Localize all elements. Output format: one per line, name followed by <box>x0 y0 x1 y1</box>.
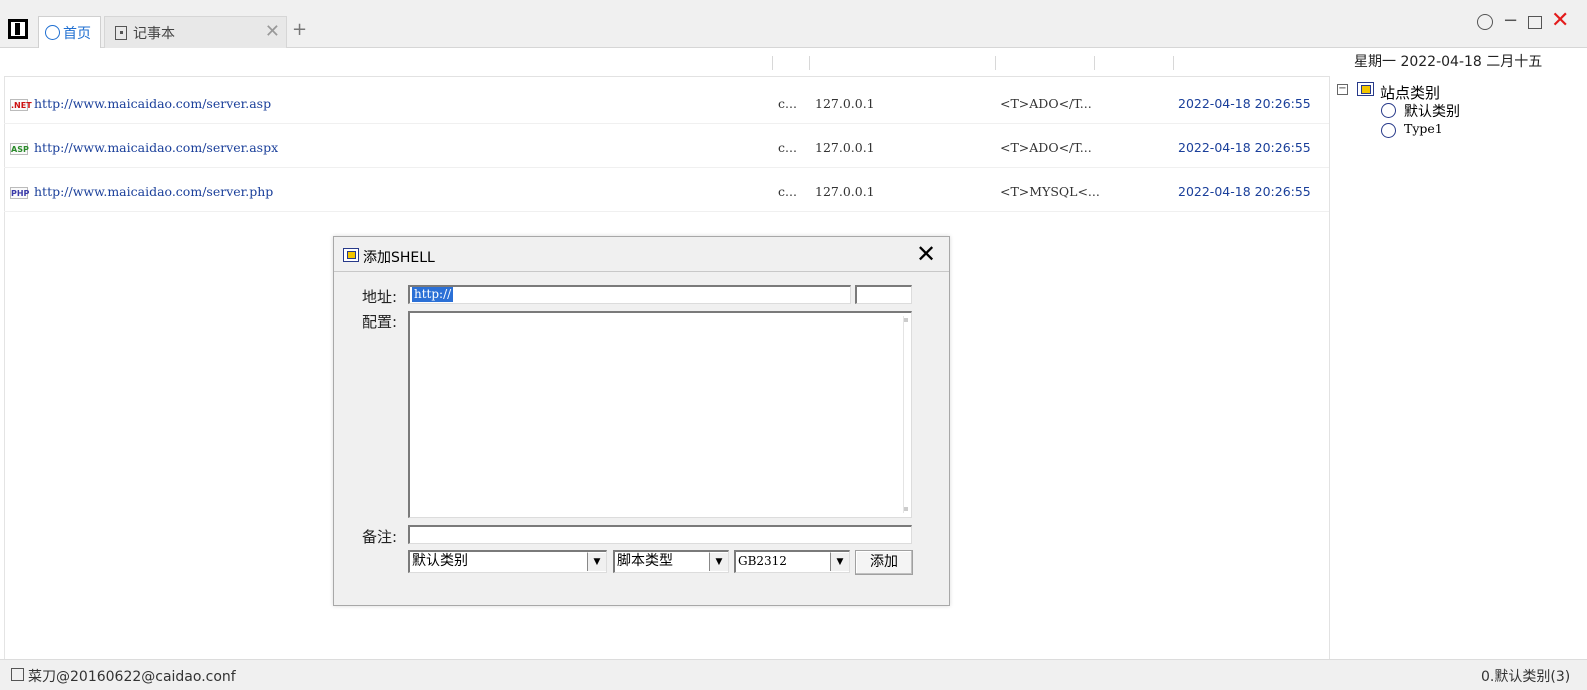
site-url: http://www.maicaidao.com/server.php <box>34 184 274 199</box>
site-url: http://www.maicaidao.com/server.asp <box>34 96 272 111</box>
column-separator[interactable] <box>995 56 996 70</box>
tab-close-icon[interactable]: ✕ <box>265 22 280 42</box>
tab-home[interactable]: 首页 <box>38 16 101 48</box>
site-ip: 127.0.0.1 <box>815 184 875 199</box>
column-separator[interactable] <box>809 56 810 70</box>
memo-input[interactable] <box>408 525 912 544</box>
tree-item-type1[interactable]: Type1 <box>1404 121 1443 136</box>
site-note: c... <box>778 184 797 199</box>
circle-menu-icon[interactable] <box>1477 14 1493 30</box>
circle-icon <box>1381 103 1396 118</box>
close-window-icon[interactable]: ✕ <box>1551 10 1569 32</box>
category-tree-panel <box>1329 77 1587 659</box>
address-label: 地址: <box>362 288 398 306</box>
table-row[interactable]: ASP http://www.maicaidao.com/server.aspx… <box>4 124 1330 168</box>
dotnet-file-icon: .NET <box>10 99 32 111</box>
address-value: http:// <box>412 287 454 302</box>
title-bar: 首页 记事本 ✕ + − ✕ <box>0 0 1587 48</box>
script-type-select[interactable]: 脚本类型 ▼ <box>613 550 729 573</box>
circle-icon <box>1381 123 1396 138</box>
site-db-type: <T>ADO</T... <box>1000 96 1092 111</box>
circle-icon <box>45 25 60 40</box>
column-separator[interactable] <box>772 56 773 70</box>
site-db-type: <T>MYSQL<... <box>1000 184 1100 199</box>
address-input[interactable]: http:// <box>408 285 851 304</box>
maximize-icon[interactable] <box>1528 16 1542 29</box>
tree-item-default[interactable]: 默认类别 <box>1404 101 1460 121</box>
tree-collapse-icon[interactable]: − <box>1337 84 1348 95</box>
memo-label: 备注: <box>362 528 398 546</box>
status-bar: 菜刀@20160622@caidao.conf 0.默认类别(3) <box>0 659 1587 690</box>
tab-notepad[interactable]: 记事本 ✕ <box>104 16 287 48</box>
status-category-count: 0.默认类别(3) <box>1481 669 1571 685</box>
site-note: c... <box>778 140 797 155</box>
table-row[interactable]: .NET http://www.maicaidao.com/server.asp… <box>4 80 1330 124</box>
app-logo-icon[interactable] <box>8 19 28 39</box>
site-time: 2022-04-18 20:26:55 <box>1178 96 1311 111</box>
script-type-value: 脚本类型 <box>617 553 673 569</box>
close-icon[interactable]: ✕ <box>916 241 936 267</box>
dialog-app-icon <box>343 248 359 262</box>
scrollbar[interactable] <box>903 316 908 513</box>
tree-root-label[interactable]: 站点类别 <box>1380 82 1440 103</box>
tab-label: 记事本 <box>133 25 175 42</box>
date-display: 星期一 2022-04-18 二月十五 <box>1354 54 1543 70</box>
charset-value: GB2312 <box>738 554 787 568</box>
window-icon <box>11 668 24 681</box>
config-textarea[interactable] <box>408 311 912 518</box>
site-db-type: <T>ADO</T... <box>1000 140 1092 155</box>
add-tab-icon[interactable]: + <box>292 20 307 40</box>
status-config-path: 菜刀@20160622@caidao.conf <box>28 669 236 685</box>
asp-file-icon: ASP <box>10 143 29 155</box>
document-icon <box>115 25 127 40</box>
dialog-title-bar[interactable]: 添加SHELL ✕ <box>334 237 949 272</box>
dropdown-arrow-icon[interactable]: ▼ <box>587 552 606 571</box>
site-time: 2022-04-18 20:26:55 <box>1178 140 1311 155</box>
list-column-header[interactable] <box>4 48 1330 77</box>
add-shell-dialog: 添加SHELL ✕ 地址: http:// 配置: 备注: 默认类别 ▼ 脚本类… <box>333 236 950 606</box>
site-time: 2022-04-18 20:26:55 <box>1178 184 1311 199</box>
dialog-title: 添加SHELL <box>363 250 435 266</box>
add-button[interactable]: 添加 <box>855 550 913 575</box>
site-url: http://www.maicaidao.com/server.aspx <box>34 140 279 155</box>
column-separator[interactable] <box>1173 56 1174 70</box>
charset-select[interactable]: GB2312 ▼ <box>734 550 850 573</box>
php-file-icon: PHP <box>10 187 30 199</box>
dropdown-arrow-icon[interactable]: ▼ <box>709 552 728 571</box>
category-select-value: 默认类别 <box>412 553 468 569</box>
category-select[interactable]: 默认类别 ▼ <box>408 550 607 573</box>
table-row[interactable]: PHP http://www.maicaidao.com/server.php … <box>4 168 1330 212</box>
dropdown-arrow-icon[interactable]: ▼ <box>830 552 849 571</box>
site-note: c... <box>778 96 797 111</box>
site-ip: 127.0.0.1 <box>815 140 875 155</box>
minimize-icon[interactable]: − <box>1503 10 1518 32</box>
column-separator[interactable] <box>1094 56 1095 70</box>
tab-label: 首页 <box>63 25 91 42</box>
config-label: 配置: <box>362 313 398 331</box>
folder-icon <box>1357 82 1374 96</box>
site-ip: 127.0.0.1 <box>815 96 875 111</box>
address-extra-input[interactable] <box>855 285 912 304</box>
